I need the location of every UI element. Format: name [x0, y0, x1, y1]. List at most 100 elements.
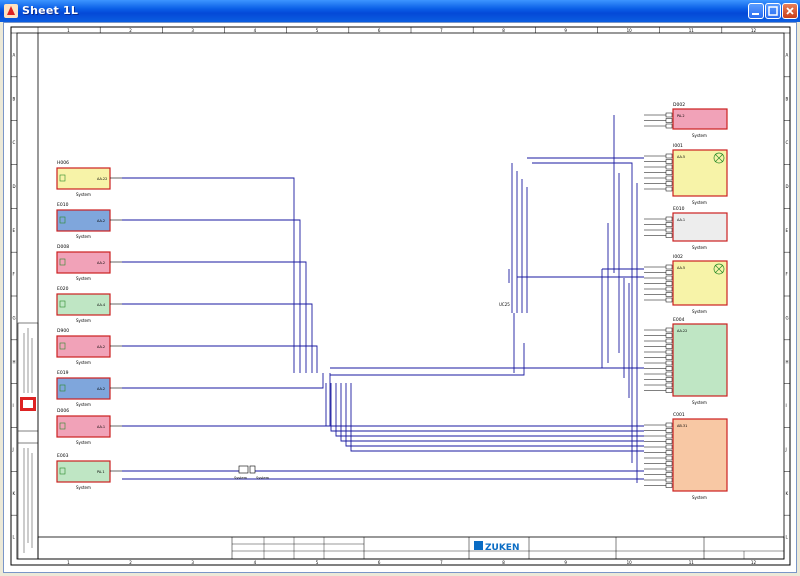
component-caption: System [76, 234, 91, 239]
ruler-col-label: 8 [502, 560, 505, 565]
logo-mark [20, 397, 36, 411]
component-e010[interactable]: E010 AA.2 System [56, 202, 122, 239]
ruler-col-label: 1 [67, 560, 70, 565]
pin-label: AA.22 [677, 329, 687, 333]
ruler-row-label: J [12, 447, 14, 452]
component-id: C001 [673, 412, 685, 418]
ruler-col-label: 11 [689, 560, 695, 565]
component-caption: System [692, 495, 707, 500]
component-caption: System [76, 485, 91, 490]
ruler-row-label: B [786, 96, 789, 101]
maximize-button[interactable] [765, 3, 781, 19]
ruler-col-label: 5 [316, 560, 319, 565]
ruler-col-label: 5 [316, 28, 319, 33]
ruler-row-label: F [786, 272, 789, 277]
component-caption: System [692, 400, 707, 405]
ruler-row-label: F [13, 272, 16, 277]
component-caption: System [76, 276, 91, 281]
component-id: E010 [57, 202, 69, 208]
component-c001-right[interactable]: C001 AB.31 System [644, 412, 728, 500]
component-id: E010 [673, 206, 685, 212]
component-d900[interactable]: D900 AA.2 System [56, 328, 122, 365]
mid-connector-right[interactable]: System [249, 465, 270, 480]
component-id: D008 [57, 244, 69, 250]
component-e020[interactable]: E020 AA.4 System [56, 286, 122, 323]
ruler-row-label: G [13, 315, 16, 320]
component-caption: System [76, 360, 91, 365]
component-id: E003 [57, 453, 69, 459]
component-h006[interactable]: H006 AA.22 System [56, 160, 122, 197]
ruler-row-label: C [13, 140, 16, 145]
schematic-canvas[interactable]: 1 1 2 2 3 3 4 4 5 5 6 6 7 7 8 8 9 9 10 10 11 11 12 12 AABBCCDDE… [3, 22, 797, 573]
ruler-col-label: 7 [440, 560, 443, 565]
component-caption: System [76, 440, 91, 445]
ruler-row-label: H [13, 359, 16, 364]
component-id: I001 [673, 143, 683, 149]
minimize-button[interactable] [748, 3, 764, 19]
ruler-row-label: L [13, 535, 16, 540]
ruler-col-label: 9 [564, 560, 567, 565]
ruler-row-label: L [786, 535, 789, 540]
wiring [122, 115, 644, 483]
ruler-row-label: E [786, 228, 789, 233]
component-i001-right[interactable]: I001 AA.5 System [644, 143, 728, 205]
component-e004-right[interactable]: E004 AA.22 System [644, 317, 728, 405]
ruler-row-label: K [786, 491, 789, 496]
mid-connector-right-label: System [256, 476, 270, 480]
ruler-row-label: K [13, 491, 16, 496]
component-caption: System [692, 200, 707, 205]
component-caption: System [692, 309, 707, 314]
ruler-row-label: C [786, 140, 789, 145]
ruler-row-label: I [13, 403, 14, 408]
application-window: Sheet 1L 1 1 2 2 3 3 4 4 5 5 6 6 7 7 8 8… [0, 0, 800, 576]
component-id: D900 [57, 328, 69, 334]
ruler-col-label: 10 [627, 560, 633, 565]
ruler-col-label: 1 [67, 28, 70, 33]
pin-label: AA.2 [97, 261, 105, 265]
component-e019[interactable]: E019 AA.2 System [56, 370, 122, 407]
component-caption: System [692, 133, 707, 138]
component-d002-right[interactable]: D002 PA.2 System [644, 102, 728, 138]
component-e003[interactable]: E003 PA.1 System [56, 453, 122, 490]
component-id: E004 [673, 317, 685, 323]
ruler-col-label: 11 [689, 28, 695, 33]
pin-label: AA.2 [97, 345, 105, 349]
components: H006 AA.22 System E010 AA.2 System D008 AA.2 Sys… [56, 102, 728, 500]
ruler-col-label: 4 [254, 28, 257, 33]
top-ruler: 112233445566778899101011111212 [37, 27, 757, 565]
ruler-row-label: A [13, 52, 16, 57]
pin-label: AA.5 [677, 155, 685, 159]
component-id: D002 [673, 102, 685, 108]
pin-label: AA.2 [97, 219, 105, 223]
ruler-row-label: G [786, 315, 789, 320]
ruler-col-label: 8 [502, 28, 505, 33]
ruler-col-label: 2 [129, 28, 132, 33]
component-caption: System [76, 318, 91, 323]
component-caption: System [76, 192, 91, 197]
ruler-col-label: 6 [378, 560, 381, 565]
component-d006[interactable]: D006 AA.1 System [56, 408, 122, 445]
ruler-row-label: H [786, 359, 789, 364]
pin-label: AA.2 [97, 387, 105, 391]
pin-label: AA.5 [677, 266, 685, 270]
ruler-col-label: 12 [751, 28, 757, 33]
title-bar[interactable]: Sheet 1L [0, 0, 800, 22]
close-button[interactable] [782, 3, 798, 19]
component-i002-right[interactable]: I002 AA.5 System [644, 254, 728, 314]
component-id: H006 [57, 160, 69, 166]
mid-connector-left[interactable]: System [234, 465, 249, 480]
ruler-col-label: 7 [440, 28, 443, 33]
schematic-sheet[interactable]: 112233445566778899101011111212 A AB BC CD DE… [4, 23, 796, 572]
component-caption: System [692, 245, 707, 250]
component-d008[interactable]: D008 AA.2 System [56, 244, 122, 281]
component-id: D006 [57, 408, 69, 414]
mid-connector-left-label: System [234, 476, 248, 480]
pin-label: AA.4 [97, 303, 106, 307]
pin-label: PA.2 [677, 114, 685, 118]
ruler-col-label: 3 [191, 28, 194, 33]
component-e010-right[interactable]: E010 AA.1 System [644, 206, 728, 250]
ruler-row-label: B [13, 96, 16, 101]
ruler-row-label: E [13, 228, 16, 233]
ruler-col-label: 10 [627, 28, 633, 33]
ruler-row-label: I [786, 403, 787, 408]
